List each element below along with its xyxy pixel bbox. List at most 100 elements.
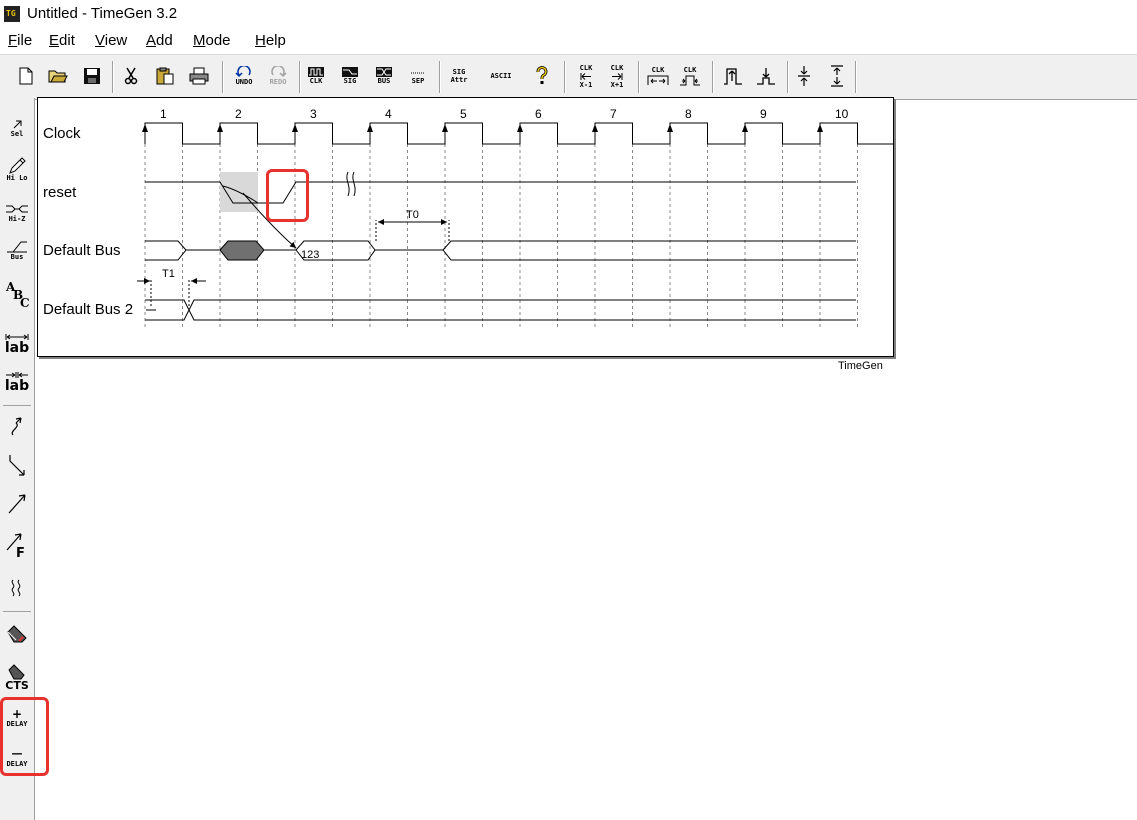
clock-numbers: 1 2 3 4 5 6 7 8 9 10	[160, 107, 849, 121]
clipboard-icon	[156, 67, 174, 85]
signal-attributes-button[interactable]: SIG Attr	[445, 61, 473, 91]
add-bus-button[interactable]: BUS	[372, 61, 396, 91]
edge-arrow-button[interactable]	[2, 450, 32, 480]
toolbar-separator	[855, 61, 857, 93]
sig-attr-label-top: SIG	[452, 68, 466, 76]
menu-mode[interactable]: Mode	[193, 32, 231, 49]
pulse-edge-button[interactable]	[752, 61, 780, 91]
break-mark-button[interactable]	[2, 574, 32, 602]
rising-edge-arrow	[142, 124, 148, 132]
toolbar-separator	[439, 61, 441, 93]
floating-arrow-button[interactable]: F	[2, 526, 32, 560]
compress-vertical-button[interactable]	[792, 61, 816, 91]
hi-z-mode-button[interactable]: Hi-Z	[2, 198, 32, 228]
hi-z-wave-icon	[6, 205, 28, 213]
redo-icon	[271, 66, 287, 78]
rising-edge-arrow	[517, 124, 523, 132]
bus-mode-button[interactable]: Bus	[2, 236, 32, 266]
svg-text:C: C	[20, 296, 30, 309]
label-width-button[interactable]: lab	[2, 328, 32, 360]
title-bar: TG Untitled - TimeGen 3.2	[0, 0, 1137, 28]
eraser-icon	[7, 625, 27, 643]
toolbar-separator	[638, 61, 640, 93]
clear-cts-button[interactable]: CTS	[2, 660, 32, 694]
clock-expand-icon	[647, 75, 669, 85]
delay-buttons-highlight	[0, 697, 49, 776]
clk-label: CLK	[309, 77, 323, 85]
default-bus-start	[145, 240, 220, 261]
menu-add[interactable]: Add	[146, 32, 173, 49]
new-file-button[interactable]	[14, 61, 38, 91]
t1-label: T1	[162, 268, 175, 280]
save-button[interactable]	[80, 61, 104, 91]
label-compress-button[interactable]: lab	[2, 366, 32, 398]
left-toolbar-separator	[3, 405, 31, 406]
eraser-button[interactable]	[2, 620, 32, 648]
menu-file[interactable]: File	[8, 32, 32, 49]
hiz-label: Hi-Z	[8, 215, 26, 223]
scissors-icon	[124, 67, 138, 85]
t1-guide-lines	[150, 278, 190, 306]
sig-attr-label-bottom: Attr	[450, 76, 468, 84]
undo-label: UNDO	[235, 78, 253, 86]
toolbar-separator	[299, 61, 301, 93]
straight-arrow-button[interactable]	[2, 488, 32, 518]
rising-edge-icon	[724, 68, 742, 85]
ascii-button[interactable]: ASCII	[484, 61, 518, 91]
undo-button[interactable]: UNDO	[228, 61, 260, 91]
rising-edge-button[interactable]	[719, 61, 747, 91]
select-mode-button[interactable]: Sel	[2, 112, 32, 144]
menu-view[interactable]: View	[95, 32, 127, 49]
default-bus-filled-segment	[219, 240, 265, 261]
signal-wave-icon	[342, 67, 358, 77]
clock-cycle-number: 8	[685, 107, 692, 121]
sel-label: Sel	[10, 130, 24, 138]
paste-button[interactable]	[153, 61, 177, 91]
add-clock-button[interactable]: CLK	[304, 61, 328, 91]
menu-bar: File Edit View Add Mode Help	[0, 28, 1137, 54]
redo-button[interactable]: REDO	[262, 61, 294, 91]
bus-label: BUS	[377, 77, 391, 85]
clock-shrink-icon	[680, 75, 700, 86]
t0-label: T0	[406, 209, 419, 221]
toolbar-separator	[222, 61, 224, 93]
add-separator-button[interactable]: SEP	[405, 61, 431, 91]
clock-expand-button[interactable]: CLK	[644, 61, 672, 91]
cut-button[interactable]	[119, 61, 143, 91]
eraser-small-icon	[8, 663, 25, 679]
separator-line-icon	[411, 72, 425, 74]
lab-label-1: lab	[4, 340, 30, 356]
clock-cycle-number: 7	[610, 107, 617, 121]
clock-left-button[interactable]: CLK X-1	[572, 61, 600, 91]
menu-edit[interactable]: Edit	[49, 32, 75, 49]
text-mode-button[interactable]: ABC	[2, 276, 32, 312]
waveform-canvas[interactable]: 1 2 3 4 5 6 7 8 9 10 123 T0 T1	[38, 98, 893, 356]
add-signal-button[interactable]: SIG	[338, 61, 362, 91]
clock-right-button[interactable]: CLK X+1	[603, 61, 631, 91]
clock-cycle-number: 10	[835, 107, 849, 121]
timegen-app-icon[interactable]: TG	[4, 6, 20, 22]
clock-shrink-label: CLK	[683, 66, 697, 74]
pulse-down-icon	[757, 68, 775, 85]
open-file-button[interactable]	[46, 61, 70, 91]
curve-arrow-button[interactable]	[2, 412, 32, 440]
hi-lo-mode-button[interactable]: Hi Lo	[2, 152, 32, 186]
rising-edge-arrow	[592, 124, 598, 132]
rising-edge-arrow	[217, 124, 223, 132]
menu-help[interactable]: Help	[255, 32, 286, 49]
clock-cycle-number: 5	[460, 107, 467, 121]
printer-icon	[189, 67, 209, 85]
arrow-right-bar-icon	[612, 72, 623, 80]
rising-edge-arrow	[667, 124, 673, 132]
clock-shrink-button[interactable]: CLK	[676, 61, 704, 91]
clock-expand-label: CLK	[651, 66, 665, 74]
expand-vertical-button[interactable]	[825, 61, 849, 91]
help-button[interactable]	[530, 61, 554, 91]
bus-value-label: 123	[301, 249, 319, 261]
undo-icon	[235, 66, 251, 78]
clock-waveform	[144, 122, 893, 145]
t0-guide-lines	[375, 220, 450, 241]
toolbar-separator	[787, 61, 789, 93]
abc-text-icon: ABC	[5, 280, 30, 309]
print-button[interactable]	[187, 61, 211, 91]
